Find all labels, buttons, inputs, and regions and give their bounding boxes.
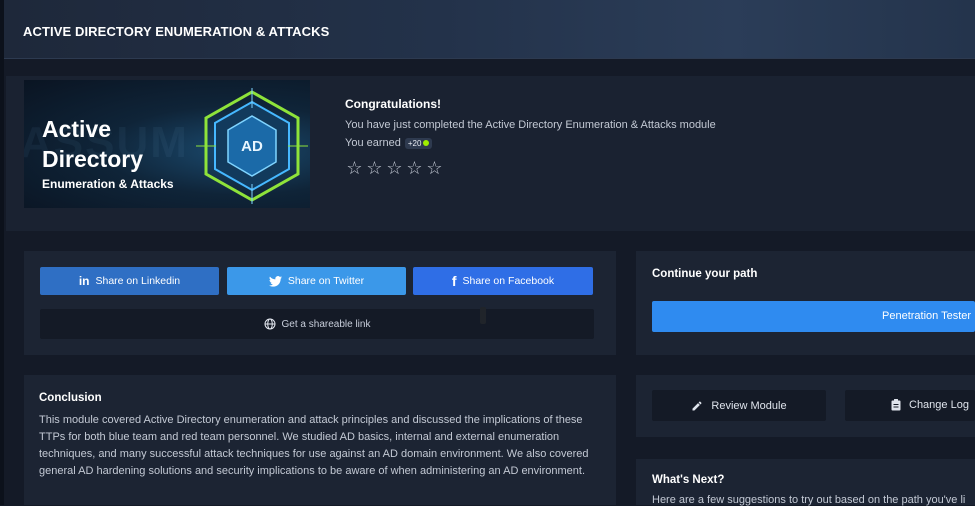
globe-icon	[264, 318, 276, 330]
cover-title-line1: Active	[42, 116, 112, 142]
star-5-icon[interactable]: ☆	[425, 158, 444, 179]
rating-stars[interactable]: ☆ ☆ ☆ ☆ ☆	[345, 158, 444, 179]
whats-next-text: Here are a few suggestions to try out ba…	[652, 494, 966, 506]
change-log-button[interactable]: Change Log	[845, 390, 975, 421]
shareable-link-label: Get a shareable link	[281, 318, 371, 330]
star-1-icon[interactable]: ☆	[345, 158, 364, 179]
completion-message: You have just completed the Active Direc…	[345, 119, 716, 131]
mouse-cursor	[480, 307, 486, 324]
star-2-icon[interactable]: ☆	[365, 158, 384, 179]
whats-next-title: What's Next?	[652, 474, 725, 486]
share-linkedin-button[interactable]: in Share on Linkedin	[40, 267, 219, 295]
share-linkedin-label: Share on Linkedin	[95, 275, 181, 287]
clipboard-icon	[891, 399, 901, 411]
module-cover-image: ASSUM Active Directory Enumeration & Att…	[24, 80, 310, 208]
cover-subtitle: Enumeration & Attacks	[42, 177, 174, 191]
continue-path-title: Continue your path	[652, 268, 758, 280]
cube-icon	[423, 140, 430, 146]
cover-title-line2: Directory	[42, 146, 143, 172]
earned-label: You earned	[345, 137, 401, 149]
conclusion-title: Conclusion	[39, 392, 102, 404]
path-button-label: Penetration Tester	[882, 310, 972, 322]
page-title: ACTIVE DIRECTORY ENUMERATION & ATTACKS	[23, 24, 330, 39]
shareable-link-button[interactable]: Get a shareable link	[40, 309, 594, 339]
twitter-icon	[268, 275, 282, 287]
emblem-label: AD	[241, 138, 263, 155]
star-4-icon[interactable]: ☆	[405, 158, 424, 179]
left-edge-stripe	[0, 0, 4, 505]
review-module-button[interactable]: Review Module	[652, 390, 826, 421]
linkedin-icon: in	[78, 274, 90, 288]
review-module-label: Review Module	[711, 399, 787, 412]
share-twitter-label: Share on Twitter	[287, 275, 365, 287]
congrats-heading: Congratulations!	[345, 97, 441, 111]
conclusion-text: This module covered Active Directory enu…	[39, 414, 589, 477]
share-facebook-label: Share on Facebook	[462, 275, 555, 287]
star-3-icon[interactable]: ☆	[385, 158, 404, 179]
share-facebook-button[interactable]: f Share on Facebook	[413, 267, 593, 295]
earned-row: You earned +20	[345, 137, 433, 149]
facebook-icon: f	[451, 273, 457, 289]
module-header-bar: ACTIVE DIRECTORY ENUMERATION & ATTACKS	[4, 0, 975, 59]
cubes-badge: +20	[404, 137, 433, 149]
pencil-icon	[692, 401, 702, 410]
ad-shield-emblem-icon: AD	[196, 88, 308, 204]
change-log-label: Change Log	[909, 399, 969, 411]
penetration-tester-path-button[interactable]: Penetration Tester	[652, 301, 975, 332]
share-twitter-button[interactable]: Share on Twitter	[227, 267, 406, 295]
earned-value: +20	[407, 138, 422, 148]
